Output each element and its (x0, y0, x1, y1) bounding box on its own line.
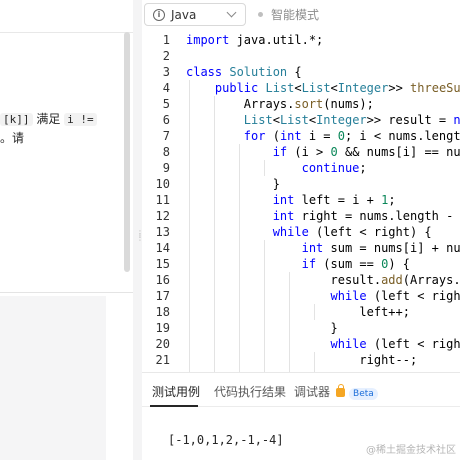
code-text: } (186, 177, 280, 191)
line-number: 15 (155, 257, 170, 271)
code-text: while (left < right && (330, 337, 460, 351)
code-text: import java.util.*; (186, 33, 324, 47)
code-line: 14 int sum = nums[i] + nums[le (142, 240, 460, 256)
line-number: 10 (155, 177, 170, 191)
code-line: 15 if (sum == 0) { (142, 256, 460, 272)
smart-mode-label: 智能模式 (271, 8, 320, 22)
code-text: class Solution { (186, 65, 302, 79)
line-number: 3 (162, 65, 170, 79)
code-line: 9 continue; (142, 160, 460, 176)
code-line: 4 public List<List<Integer>> threeSum(in… (142, 80, 460, 96)
inline-code: [k]] (0, 113, 33, 126)
code-line: 8 if (i > 0 && nums[i] == nums[i (142, 144, 460, 160)
code-text: List<List<Integer>> result = new Ar (243, 113, 460, 127)
code-text: int sum = nums[i] + nums[le (301, 241, 460, 255)
line-number: 21 (155, 353, 170, 367)
line-number: 7 (162, 129, 170, 143)
editor-toolbar: i Java 智能模式 (142, 0, 460, 30)
active-tab-indicator (150, 405, 198, 407)
lock-icon (336, 384, 346, 397)
code-line: 11 int left = i + 1; (142, 192, 460, 208)
language-select[interactable]: i Java (144, 3, 246, 26)
code-text: result.add(Arrays.asLis (186, 273, 460, 287)
tab-debugger[interactable]: 调试器 Beta (294, 383, 378, 400)
code-editor-panel: i Java 智能模式 1 import java.util.*; 2 3 clas… (142, 0, 460, 460)
panel-header-divider (0, 32, 133, 33)
inline-code: i != (64, 113, 97, 126)
code-line: 5 Arrays.sort(nums); (142, 96, 460, 112)
code-line: 2 (142, 48, 460, 64)
debugger-label: 调试器 (294, 385, 331, 399)
description-text: 。请 (0, 131, 25, 145)
code-text: int left = i + 1; (272, 193, 396, 207)
code-line: 7 for (int i = 0; i < nums.length - 2 (142, 128, 460, 144)
code-text: for (int i = 0; i < nums.length - 2 (243, 129, 460, 143)
problem-description: [k]] 满足 i != 。请 (0, 110, 120, 147)
code-line: 10 } (142, 176, 460, 192)
problem-panel: [k]] 满足 i != 。请 (0, 0, 133, 460)
section-divider (0, 292, 133, 293)
problem-scrollbar[interactable] (124, 32, 130, 272)
console-tabs: 测试用例 代码执行结果 调试器 Beta (142, 373, 460, 407)
code-line: 17 while (left < right && (142, 288, 460, 304)
code-line: 12 int right = nums.length - 1; (142, 208, 460, 224)
chevron-down-icon (226, 7, 237, 18)
code-line: 13 while (left < right) { (142, 224, 460, 240)
code-text: public List<List<Integer>> threeSum(int (214, 81, 460, 95)
code-text: right--; (186, 353, 418, 367)
code-text: while (left < right) { (272, 225, 432, 239)
line-number: 9 (162, 161, 170, 175)
tab-test-cases[interactable]: 测试用例 (152, 383, 200, 400)
code-line: 21 right--; (142, 352, 460, 368)
code-line: 19 } (142, 320, 460, 336)
line-number: 13 (155, 225, 170, 239)
code-text: } (186, 321, 338, 335)
code-text: if (i > 0 && nums[i] == nums[i (272, 145, 460, 159)
code-text: continue; (301, 161, 367, 175)
line-number: 12 (155, 209, 170, 223)
line-number: 2 (162, 49, 170, 63)
beta-badge: Beta (349, 388, 378, 400)
line-number: 6 (162, 113, 170, 127)
line-number: 4 (162, 81, 170, 95)
code-line: 20 while (left < right && (142, 336, 460, 352)
line-number: 14 (155, 241, 170, 255)
smart-mode-toggle[interactable]: 智能模式 (258, 6, 319, 23)
line-number: 16 (155, 273, 170, 287)
description-line-1: [k]] 满足 i != (0, 110, 120, 129)
watermark: @稀土掘金技术社区 (366, 445, 456, 456)
code-line: 18 left++; (142, 304, 460, 320)
description-text: 满足 (32, 112, 65, 126)
code-area[interactable]: 1 import java.util.*; 2 3 class Solution {… (142, 32, 460, 372)
code-text: while (left < right && (330, 289, 460, 303)
code-line: 16 result.add(Arrays.asLis (142, 272, 460, 288)
description-line-2: 。请 (0, 129, 120, 147)
code-line: 6 List<List<Integer>> result = new Ar (142, 112, 460, 128)
language-label: Java (171, 7, 197, 22)
line-number: 17 (155, 289, 170, 303)
leetcode-editor-screen: [k]] 满足 i != 。请 ⋮⋮ i Java 智能模式 (0, 0, 460, 460)
code-text: if (sum == 0) { (301, 257, 410, 271)
line-number: 8 (162, 145, 170, 159)
code-line: 1 import java.util.*; (142, 32, 460, 48)
info-icon: i (153, 8, 165, 21)
code-line: 3 class Solution { (142, 64, 460, 80)
line-number: 11 (155, 193, 170, 207)
example-box (0, 296, 106, 460)
tab-run-result[interactable]: 代码执行结果 (214, 383, 286, 400)
line-number: 20 (155, 337, 170, 351)
line-number: 5 (162, 97, 170, 111)
code-text: int right = nums.length - 1; (272, 209, 460, 223)
test-case-input[interactable]: [-1,0,1,2,-1,-4] (168, 433, 284, 447)
line-number: 19 (155, 321, 170, 335)
line-number: 1 (162, 33, 170, 47)
status-dot-icon (258, 12, 263, 17)
drag-handle-icon[interactable]: ⋮⋮ (136, 230, 144, 242)
line-number: 18 (155, 305, 170, 319)
code-text: Arrays.sort(nums); (186, 97, 374, 111)
code-text: left++; (186, 305, 410, 319)
